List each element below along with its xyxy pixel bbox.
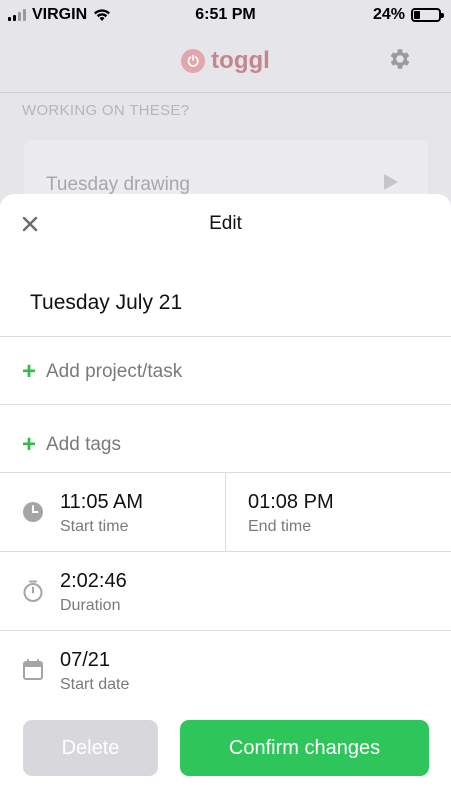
battery-percent: 24% xyxy=(372,6,405,23)
battery-level xyxy=(414,11,420,19)
divider xyxy=(0,336,451,337)
end-time-field[interactable]: 01:08 PM End time xyxy=(248,491,334,536)
divider xyxy=(0,404,451,405)
entry-description[interactable]: Tuesday July 21 xyxy=(30,291,182,315)
battery-icon xyxy=(411,8,444,22)
sheet-header: Edit xyxy=(0,194,451,254)
brand-name: toggl xyxy=(211,47,270,74)
start-date-value: 07/21 xyxy=(60,649,111,671)
add-tags-label: Add tags xyxy=(46,434,121,455)
add-tags-button[interactable]: + Add tags xyxy=(22,433,121,457)
vertical-divider xyxy=(225,473,226,551)
calendar-icon xyxy=(23,659,43,680)
plus-icon: + xyxy=(22,358,37,385)
status-bar: VIRGIN 6:51 PM 24% xyxy=(0,0,451,30)
edit-sheet: Edit Tuesday July 21 + Add project/task … xyxy=(0,194,451,800)
app-header: ⏻ toggl xyxy=(0,36,451,86)
header-divider xyxy=(0,92,451,93)
delete-button[interactable]: Delete xyxy=(23,720,158,776)
start-date-label: Start date xyxy=(60,676,130,693)
duration-value: 2:02:46 xyxy=(60,570,127,592)
status-left: VIRGIN xyxy=(8,6,111,24)
signal-icon xyxy=(8,9,26,21)
add-project-button[interactable]: + Add project/task xyxy=(22,360,182,384)
confirm-changes-button[interactable]: Confirm changes xyxy=(180,720,429,776)
plus-icon: + xyxy=(22,431,37,458)
play-icon[interactable] xyxy=(384,174,398,190)
divider xyxy=(0,551,451,552)
clock-icon xyxy=(23,502,43,522)
divider xyxy=(0,630,451,631)
start-time-value: 11:05 AM xyxy=(60,491,144,513)
section-title: WORKING ON THESE? xyxy=(22,102,190,119)
add-project-label: Add project/task xyxy=(46,361,183,382)
start-time-label: Start time xyxy=(60,518,129,535)
start-time-field[interactable]: 11:05 AM Start time xyxy=(60,491,143,536)
end-time-value: 01:08 PM xyxy=(248,491,334,513)
suggestion-label: Tuesday drawing xyxy=(46,174,190,195)
carrier-name: VIRGIN xyxy=(32,6,88,23)
status-right: 24% xyxy=(372,6,444,24)
start-date-field[interactable]: 07/21 Start date xyxy=(60,649,129,694)
toggl-logo: ⏻ toggl xyxy=(181,47,270,75)
duration-field[interactable]: 2:02:46 Duration xyxy=(60,570,127,615)
sheet-title: Edit xyxy=(209,213,242,234)
stopwatch-icon xyxy=(23,580,43,602)
end-time-label: End time xyxy=(248,518,312,535)
power-icon: ⏻ xyxy=(181,49,206,73)
gear-icon[interactable] xyxy=(387,46,413,72)
wifi-icon xyxy=(94,9,111,21)
duration-label: Duration xyxy=(60,597,121,614)
